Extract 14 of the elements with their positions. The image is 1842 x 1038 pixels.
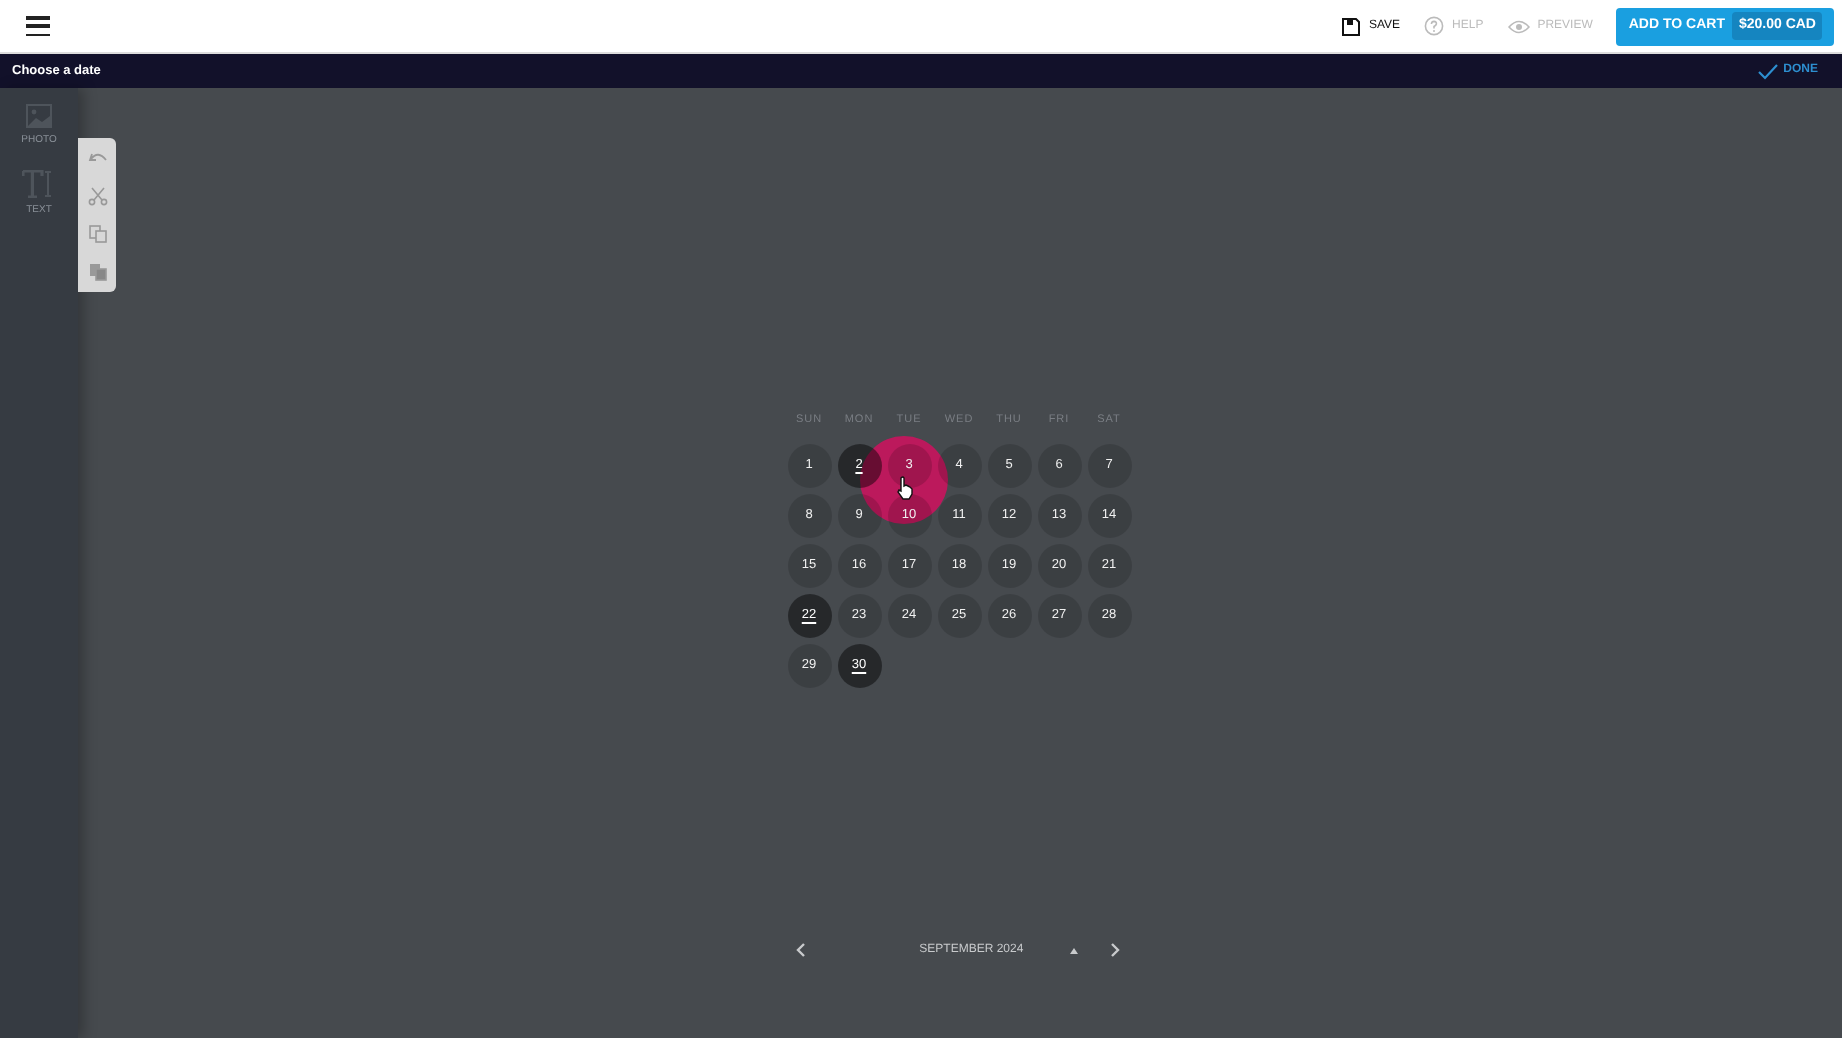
scissors-icon (87, 186, 107, 206)
caret-icon[interactable] (1070, 947, 1079, 953)
next-month-button[interactable] (1106, 940, 1122, 960)
eye-icon (1507, 19, 1530, 33)
text-tool-icon (22, 169, 56, 197)
click-indicator (860, 436, 948, 524)
copy-icon (87, 224, 107, 244)
check-icon (1757, 63, 1778, 79)
help-icon (1424, 16, 1445, 36)
image-icon (26, 104, 52, 128)
paste-icon (87, 262, 107, 282)
previous-month-button[interactable] (792, 940, 808, 960)
hand-cursor-icon (896, 476, 914, 500)
menu-button[interactable] (26, 16, 50, 36)
